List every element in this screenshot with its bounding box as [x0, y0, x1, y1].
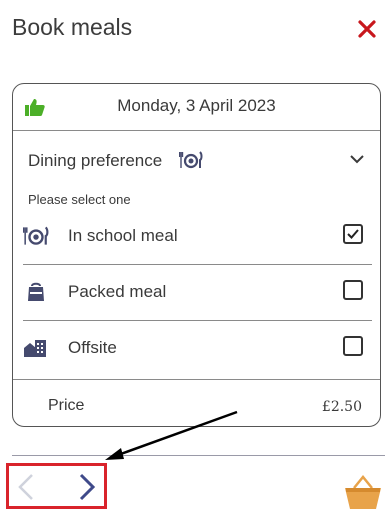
chevron-left-icon[interactable] [14, 472, 38, 502]
close-icon[interactable] [357, 19, 377, 39]
selection-hint: Please select one [28, 192, 131, 207]
chevron-right-icon[interactable] [75, 472, 99, 502]
meal-card: Monday, 3 April 2023 Dining preference P… [12, 83, 381, 427]
close-button[interactable] [352, 14, 382, 44]
dining-preference-toggle[interactable]: Dining preference [13, 144, 380, 174]
basket-icon[interactable] [343, 474, 383, 509]
price-label: Price [48, 397, 85, 414]
footer-divider [12, 455, 385, 456]
divider [23, 264, 372, 265]
option-packed-meal[interactable]: Packed meal [13, 272, 380, 312]
divider [13, 130, 380, 131]
option-in-school-meal[interactable]: In school meal [13, 216, 380, 256]
option-label: Packed meal [68, 282, 167, 301]
meal-date: Monday, 3 April 2023 [117, 96, 276, 115]
checkmark-icon [347, 229, 359, 239]
page-title: Book meals [12, 14, 133, 40]
packed-meal-checkbox[interactable] [343, 280, 363, 300]
in-school-meal-checkbox[interactable] [343, 224, 363, 244]
lunchbag-icon [28, 282, 44, 301]
chevron-down-icon[interactable] [349, 152, 365, 166]
dining-preference-label: Dining preference [28, 151, 163, 170]
building-icon [24, 340, 46, 357]
dining-icon [23, 226, 49, 245]
offsite-checkbox[interactable] [343, 336, 363, 356]
date-row: Monday, 3 April 2023 [13, 84, 380, 129]
price-value: £2.50 [321, 399, 362, 415]
divider [13, 379, 380, 380]
option-label: Offsite [68, 338, 117, 357]
option-label: In school meal [68, 226, 178, 245]
divider [23, 320, 372, 321]
dining-icon [179, 151, 203, 169]
option-offsite[interactable]: Offsite [13, 328, 380, 368]
